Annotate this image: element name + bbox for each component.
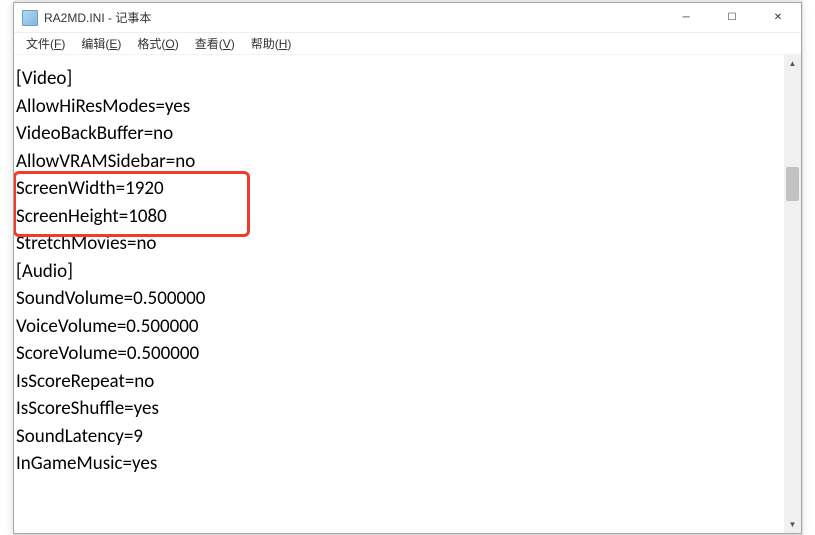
text-line: ScreenHeight=1080 — [16, 203, 782, 231]
text-line: AllowHiResModes=yes — [16, 93, 782, 121]
vertical-scrollbar[interactable]: ▲ ▼ — [784, 55, 801, 533]
notepad-window: RA2MD.INI - 记事本 ─ ☐ ✕ 文件(F) 编辑(E) 格式(O) … — [13, 2, 802, 534]
menu-file[interactable]: 文件(F) — [18, 33, 73, 54]
menu-help[interactable]: 帮助(H) — [243, 33, 300, 54]
menu-edit[interactable]: 编辑(E) — [73, 33, 129, 54]
text-line: StretchMovies=no — [16, 230, 782, 258]
text-line: AllowVRAMSidebar=no — [16, 148, 782, 176]
text-line: VideoBackBuffer=no — [16, 120, 782, 148]
text-line: IsScoreShuffle=yes — [16, 395, 782, 423]
text-line: SoundLatency=9 — [16, 423, 782, 451]
scroll-down-button[interactable]: ▼ — [784, 516, 801, 533]
maximize-button[interactable]: ☐ — [709, 3, 755, 33]
menu-view[interactable]: 查看(V) — [187, 33, 243, 54]
text-line: InGameMusic=yes — [16, 450, 782, 478]
titlebar[interactable]: RA2MD.INI - 记事本 ─ ☐ ✕ — [14, 3, 801, 33]
background-right-fragment — [803, 0, 815, 535]
text-line: SoundVolume=0.500000 — [16, 285, 782, 313]
minimize-button[interactable]: ─ — [663, 3, 709, 33]
text-line: [Video] — [16, 65, 782, 93]
scroll-up-button[interactable]: ▲ — [784, 55, 801, 72]
app-icon — [22, 10, 38, 26]
text-line: ScreenWidth=1920 — [16, 175, 782, 203]
menubar: 文件(F) 编辑(E) 格式(O) 查看(V) 帮助(H) — [14, 33, 801, 55]
text-line: VoiceVolume=0.500000 — [16, 313, 782, 341]
background-left-fragment — [0, 0, 14, 535]
text-line: ScoreVolume=0.500000 — [16, 340, 782, 368]
scroll-thumb[interactable] — [786, 167, 799, 201]
text-area[interactable]: [Video] AllowHiResModes=yes VideoBackBuf… — [14, 55, 784, 533]
text-line: IsScoreRepeat=no — [16, 368, 782, 396]
close-button[interactable]: ✕ — [755, 3, 801, 33]
content-wrap: [Video] AllowHiResModes=yes VideoBackBuf… — [14, 55, 801, 533]
window-title: RA2MD.INI - 记事本 — [44, 9, 663, 26]
text-line: [Audio] — [16, 258, 782, 286]
scroll-track[interactable] — [784, 72, 801, 516]
menu-format[interactable]: 格式(O) — [129, 33, 186, 54]
